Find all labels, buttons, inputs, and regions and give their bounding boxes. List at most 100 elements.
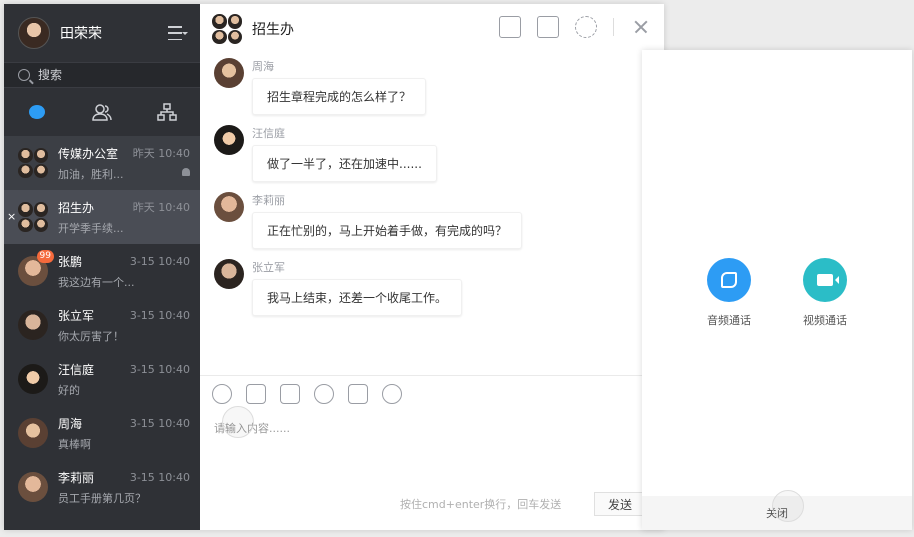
send-hint: 按住cmd+enter换行，回车发送	[400, 498, 562, 511]
conversation-name: 张鹏	[58, 254, 83, 269]
avatar	[18, 472, 48, 502]
paperclip-icon[interactable]	[314, 384, 334, 404]
message: 周海招生章程完成的怎么样了？	[214, 58, 650, 115]
conversation-item[interactable]: 李莉丽 3-15 10:40 员工手册第几页？	[4, 460, 200, 514]
user-name: 田荣荣	[60, 26, 102, 42]
message-input[interactable]	[200, 412, 664, 472]
avatar	[214, 125, 244, 155]
chat-area: 招生办 周海招生章程完成的怎么样了？ 汪信庭做了一半了，还在加速中...... …	[200, 4, 664, 530]
search-input[interactable]	[38, 68, 178, 82]
message-bubble: 招生章程完成的怎么样了？	[252, 78, 427, 115]
conversation-time: 3-15 10:40	[129, 416, 190, 430]
conversation-preview: 真棒啊	[58, 437, 91, 451]
close-conversation-icon[interactable]: ×	[7, 210, 16, 223]
conversation-item[interactable]: 周海 3-15 10:40 真棒啊	[4, 406, 200, 460]
conversation-name: 招生办	[58, 200, 95, 215]
sidebar-tabs	[4, 88, 200, 136]
conversation-item[interactable]: 汪信庭 3-15 10:40 好的	[4, 352, 200, 406]
conversation-preview: 开学季手续...	[58, 221, 124, 235]
message-bubble: 正在忙别的，马上开始着手做，有完成的吗？	[252, 212, 523, 249]
message-bubble: 我马上结束，还差一个收尾工作。	[252, 279, 463, 316]
search-bar	[4, 62, 200, 88]
call-panel: 音频通话 视频通话 关闭	[642, 50, 912, 530]
click-ripple	[772, 490, 804, 522]
unread-badge: 99	[36, 250, 54, 263]
send-button[interactable]: 发送	[594, 492, 646, 516]
conversation-name: 汪信庭	[58, 362, 95, 377]
scissors-icon[interactable]	[246, 384, 266, 404]
click-ripple	[222, 406, 254, 438]
sender-name: 李莉丽	[252, 194, 285, 207]
user-avatar[interactable]	[18, 17, 50, 49]
chat-bubble-icon	[28, 105, 45, 119]
composer-toolbar	[200, 376, 664, 412]
emoji-icon[interactable]	[212, 384, 232, 404]
tab-contacts[interactable]	[82, 97, 122, 127]
message-bubble: 做了一半了，还在加速中......	[252, 145, 437, 182]
search-icon	[18, 69, 30, 81]
message: 李莉丽正在忙别的，马上开始着手做，有完成的吗？	[214, 192, 650, 249]
cloud-icon[interactable]	[348, 384, 368, 404]
tab-organization[interactable]	[147, 97, 187, 127]
divider	[613, 18, 614, 36]
video-camera-icon	[817, 274, 839, 286]
conversation-name: 周海	[58, 416, 83, 431]
group-avatar	[212, 14, 242, 44]
avatar	[214, 259, 244, 289]
tab-messages[interactable]	[17, 97, 57, 127]
phone-icon	[721, 272, 737, 288]
sender-name: 张立军	[252, 261, 285, 274]
message: 汪信庭做了一半了，还在加速中......	[214, 125, 650, 182]
conversation-preview: 加油，胜利...	[58, 167, 124, 181]
conversation-item-active[interactable]: × 招生办 昨天 10:40 开学季手续...	[4, 190, 200, 244]
conversation-name: 传媒办公室	[58, 146, 119, 161]
chat-window: 田荣荣 传媒办公室昨天 10:40 加油，胜利...	[4, 4, 664, 530]
audio-call-circle	[707, 258, 751, 302]
folder-upload-icon[interactable]	[537, 16, 559, 38]
gear-icon[interactable]	[575, 16, 597, 38]
image-icon[interactable]	[280, 384, 300, 404]
message-list: 周海招生章程完成的怎么样了？ 汪信庭做了一半了，还在加速中...... 李莉丽正…	[200, 54, 664, 375]
conversation-preview: 你太厉害了！	[58, 329, 124, 343]
conversation-name: 张立军	[58, 308, 95, 323]
org-chart-icon	[157, 103, 178, 121]
conversation-item[interactable]: 传媒办公室 昨天 10:40 加油，胜利...	[4, 136, 200, 190]
chat-header: 招生办	[200, 4, 664, 54]
menu-icon[interactable]	[168, 26, 188, 40]
conversation-time: 3-15 10:40	[129, 470, 190, 484]
conversation-name: 李莉丽	[58, 470, 95, 485]
contacts-icon	[92, 104, 112, 121]
avatar	[18, 418, 48, 448]
avatar	[18, 364, 48, 394]
user-header: 田荣荣	[4, 4, 200, 62]
group-avatar	[18, 148, 48, 178]
chat-title: 招生办	[252, 22, 294, 38]
conversation-preview: 员工手册第几页？	[58, 491, 146, 505]
video-call-circle	[803, 258, 847, 302]
id-card-icon[interactable]	[499, 16, 521, 38]
conversation-list: 传媒办公室 昨天 10:40 加油，胜利... × 招生办 昨天 10:40 开学季…	[4, 136, 200, 530]
avatar	[18, 310, 48, 340]
conversation-time: 3-15 10:40	[129, 254, 190, 268]
conversation-time: 昨天 10:40	[132, 201, 190, 214]
clock-icon[interactable]	[382, 384, 402, 404]
audio-call-label: 音频通话	[707, 314, 751, 327]
sender-name: 汪信庭	[252, 127, 285, 140]
conversation-item[interactable]: 99 张鹏 3-15 10:40 我这边有一个...	[4, 244, 200, 298]
video-call-button[interactable]: 视频通话	[803, 258, 847, 328]
group-avatar	[18, 202, 48, 232]
mute-bell-icon	[182, 167, 190, 176]
sender-name: 周海	[252, 60, 274, 73]
avatar	[214, 192, 244, 222]
video-call-label: 视频通话	[803, 314, 847, 327]
close-icon[interactable]	[630, 16, 652, 38]
conversation-time: 3-15 10:40	[129, 308, 190, 322]
conversation-item[interactable]: 张立军 3-15 10:40 你太厉害了！	[4, 298, 200, 352]
composer: 按住cmd+enter换行，回车发送 发送	[200, 375, 664, 530]
conversation-preview: 我这边有一个...	[58, 275, 135, 289]
conversation-time: 昨天 10:40	[132, 147, 190, 160]
conversation-time: 3-15 10:40	[129, 362, 190, 376]
avatar	[214, 58, 244, 88]
audio-call-button[interactable]: 音频通话	[707, 258, 751, 328]
message: 张立军我马上结束，还差一个收尾工作。	[214, 259, 650, 316]
